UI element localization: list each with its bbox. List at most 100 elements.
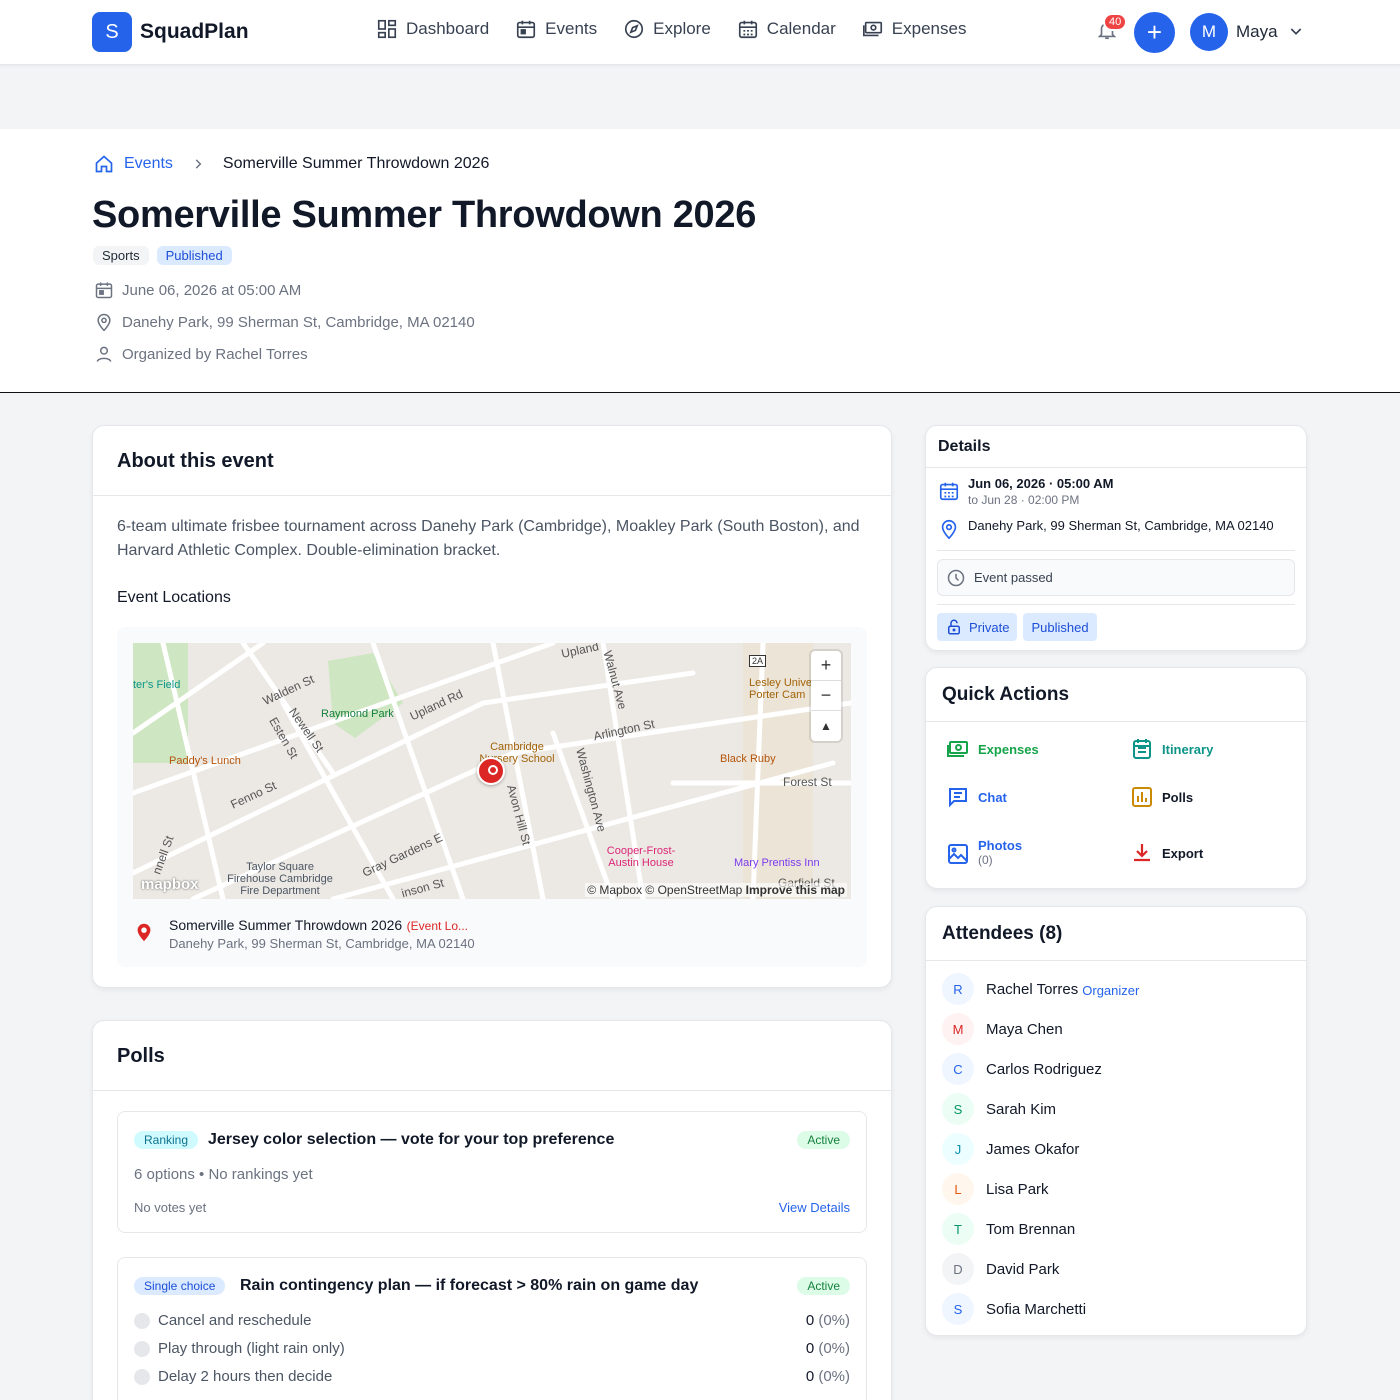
avatar: D <box>942 1253 974 1285</box>
view-details-link[interactable]: View Details <box>779 1200 850 1215</box>
top-nav: S SquadPlan Dashboard Events Explore Cal… <box>0 0 1400 65</box>
zoom-out-button[interactable]: − <box>811 681 841 711</box>
quick-action-chat[interactable]: Chat <box>946 785 1007 809</box>
breadcrumb: Events Somerville Summer Throwdown 2026 <box>94 154 489 174</box>
divider <box>937 550 1295 551</box>
poll-option-pct: (0%) <box>818 1340 850 1357</box>
notification-badge: 40 <box>1103 13 1128 31</box>
poll-chart-icon <box>1132 787 1152 807</box>
money-icon <box>862 21 882 37</box>
poll-type-badge: Single choice <box>134 1277 226 1295</box>
user-avatar[interactable]: M <box>1190 13 1228 51</box>
itinerary-icon <box>1133 739 1151 759</box>
attribution-text[interactable]: © Mapbox © OpenStreetMap <box>587 883 742 897</box>
quick-action-export[interactable]: Export <box>1130 841 1203 865</box>
poll-option-pct: (0%) <box>818 1368 850 1385</box>
user-name[interactable]: Maya <box>1236 22 1278 42</box>
avatar: C <box>942 1053 974 1085</box>
location-pin-icon <box>97 313 111 332</box>
attendee-name: Tom Brennan <box>986 1220 1076 1238</box>
attendee-row[interactable]: S Sarah Kim <box>942 1093 1056 1125</box>
map-attribution: © Mapbox © OpenStreetMap Improve this ma… <box>585 883 847 897</box>
map[interactable]: Walden St Newell St Upland Rd Arlington … <box>133 643 851 899</box>
avatar: R <box>942 973 974 1005</box>
location-pin-icon <box>941 519 957 540</box>
attendee-row[interactable]: L Lisa Park <box>942 1173 1049 1205</box>
details-start: Jun 06, 2026 · 05:00 AM <box>968 476 1114 491</box>
map-controls: + − ▲ <box>811 651 841 741</box>
app-logo[interactable]: S SquadPlan <box>92 12 249 52</box>
breadcrumb-events-link[interactable]: Events <box>94 154 173 174</box>
poll-option-label: Delay 2 hours then decide <box>158 1368 333 1385</box>
quick-action-polls[interactable]: Polls <box>1130 785 1193 809</box>
clock-icon <box>947 569 965 586</box>
attendee-row[interactable]: D David Park <box>942 1253 1059 1285</box>
compass-icon <box>625 19 644 39</box>
quick-action-photos[interactable]: Photos (0) <box>946 838 1022 867</box>
category-tag: Sports <box>93 246 149 265</box>
map-panel: Walden St Newell St Upland Rd Arlington … <box>117 627 867 967</box>
nav-events[interactable]: Events <box>515 18 597 40</box>
event-passed-status: Event passed <box>937 559 1295 596</box>
radio-dot[interactable] <box>134 1312 150 1329</box>
nav-expenses[interactable]: Expenses <box>862 18 966 40</box>
quick-action-itinerary[interactable]: Itinerary <box>1130 737 1213 761</box>
event-header: Events Somerville Summer Throwdown 2026 … <box>0 129 1400 393</box>
poll-option[interactable]: Play through (light rain only) 0 (0%) <box>134 1340 850 1357</box>
quick-action-polls-label: Polls <box>1162 789 1194 805</box>
attendee-row[interactable]: T Tom Brennan <box>942 1213 1075 1245</box>
nav-calendar-label: Calendar <box>766 19 836 38</box>
attendee-row[interactable]: R Rachel Torres Organizer <box>942 973 1139 1005</box>
attendee-name: Sofia Marchetti <box>986 1300 1087 1318</box>
poll-item[interactable]: Single choice Rain contingency plan — if… <box>117 1257 867 1400</box>
attendee-row[interactable]: S Sofia Marchetti <box>942 1293 1086 1325</box>
mapbox-logo[interactable]: mapbox <box>141 876 199 893</box>
radio-dot[interactable] <box>134 1340 150 1357</box>
money-icon <box>947 741 968 757</box>
poll-option-label: Cancel and reschedule <box>158 1312 312 1329</box>
create-button[interactable]: + <box>1134 12 1175 53</box>
image-icon <box>948 844 968 864</box>
photos-count: (0) <box>978 853 993 867</box>
location-name: Somerville Summer Throwdown 2026 <box>169 917 403 933</box>
poll-option-count: 0 <box>805 1312 815 1329</box>
attendee-row[interactable]: M Maya Chen <box>942 1013 1063 1045</box>
poll-question: Jersey color selection — vote for your t… <box>208 1131 615 1148</box>
map-pin-icon[interactable] <box>477 757 505 785</box>
poll-option[interactable]: Delay 2 hours then decide 0 (0%) <box>134 1368 850 1385</box>
zoom-in-button[interactable]: + <box>811 651 841 681</box>
poll-type-badge: Ranking <box>134 1131 199 1149</box>
quick-action-expenses[interactable]: Expenses <box>946 737 1039 761</box>
poll-option-count: 0 <box>805 1368 815 1385</box>
divider <box>93 495 891 496</box>
page-title: Somerville Summer Throwdown 2026 <box>92 194 757 236</box>
map-poi: Mary Prentiss Inn <box>734 857 820 869</box>
nav-explore[interactable]: Explore <box>623 18 711 40</box>
poll-item[interactable]: Ranking Jersey color selection — vote fo… <box>117 1111 867 1233</box>
chat-icon <box>949 788 967 808</box>
map-poi: Taylor Square Firehouse Cambridge Fire D… <box>227 861 333 897</box>
details-title: Details <box>938 438 991 455</box>
compass-button[interactable]: ▲ <box>811 711 841 741</box>
nav-calendar[interactable]: Calendar <box>737 18 836 40</box>
poll-option[interactable]: Cancel and reschedule 0 (0%) <box>134 1312 850 1329</box>
attendee-name: James Okafor <box>986 1140 1080 1158</box>
quick-action-export-label: Export <box>1162 845 1204 861</box>
location-list-item[interactable]: Somerville Summer Throwdown 2026 (Event … <box>133 917 475 951</box>
divider <box>926 467 1306 468</box>
event-location: Danehy Park, 99 Sherman St, Cambridge, M… <box>94 312 475 332</box>
attendee-row[interactable]: C Carlos Rodriguez <box>942 1053 1102 1085</box>
nav-dashboard[interactable]: Dashboard <box>376 18 489 40</box>
polls-card: Polls Ranking Jersey color selection — v… <box>92 1020 892 1400</box>
status-tag: Published <box>156 246 232 265</box>
event-passed-text: Event passed <box>974 570 1053 585</box>
divider <box>937 604 1295 605</box>
dashboard-icon <box>377 19 397 39</box>
radio-dot[interactable] <box>134 1368 150 1385</box>
attendee-row[interactable]: J James Okafor <box>942 1133 1079 1165</box>
chevron-down-icon[interactable] <box>1288 23 1304 39</box>
attendee-name: Carlos Rodriguez <box>986 1060 1102 1078</box>
divider <box>926 721 1306 722</box>
improve-map-link[interactable]: Improve this map <box>746 883 845 897</box>
event-organizer-text: Organized by Rachel Torres <box>122 345 308 363</box>
